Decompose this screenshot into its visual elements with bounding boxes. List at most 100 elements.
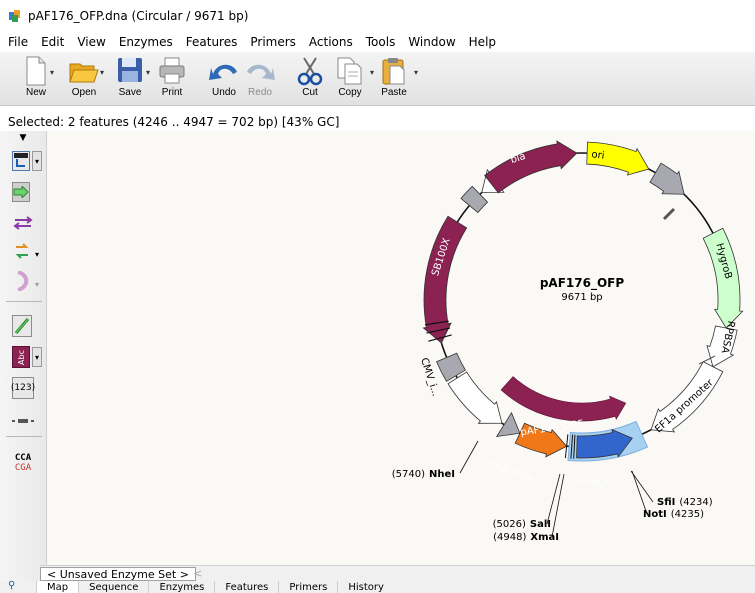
- cmv-feature[interactable]: [447, 371, 503, 424]
- paste-clipboard-icon: [382, 58, 405, 85]
- sfii-position: (4234): [679, 497, 712, 508]
- feature-arrow-icon: [13, 186, 29, 198]
- new-dropdown-icon[interactable]: ▾: [50, 68, 54, 77]
- redo-button[interactable]: Redo: [238, 54, 282, 104]
- paste-dropdown-icon[interactable]: ▾: [414, 68, 418, 77]
- arc-region-icon: [17, 271, 29, 291]
- enzyme-set-row: < Unsaved Enzyme Set > <: [40, 565, 755, 581]
- site-label[interactable]: NotI (4235): [643, 509, 704, 520]
- tab-primers[interactable]: Primers: [278, 581, 337, 593]
- site-label[interactable]: (4948) XmaI: [493, 532, 559, 543]
- enzyme-dropdown-icon[interactable]: ▾: [32, 151, 42, 171]
- tab-sequence[interactable]: Sequence: [78, 581, 148, 593]
- redo-arrow-icon: [247, 64, 275, 80]
- pen-line-icon: [14, 318, 30, 334]
- left-tool-panel: ▼ ▾ ▾ ▾ Abc ▾ (123) CCA CGA: [0, 131, 47, 583]
- noti-name: NotI: [643, 509, 667, 520]
- open-dropdown-icon[interactable]: ▾: [100, 68, 104, 77]
- selection-status: Selected: 2 features (4246 .. 4947 = 702…: [0, 113, 755, 131]
- search-icon[interactable]: ⚲: [8, 581, 22, 591]
- new-document-icon: [26, 56, 46, 86]
- title-bar: pAF176_OFP.dna (Circular / 9671 bp): [0, 0, 755, 32]
- inner-mark-1: [662, 207, 676, 221]
- main-toolbar: New ▾ Open ▾ Save ▾ Print Undo Redo Cut …: [0, 52, 755, 106]
- menu-help[interactable]: Help: [469, 35, 496, 49]
- menu-view[interactable]: View: [77, 35, 105, 49]
- nhei-position: (5740): [392, 469, 425, 480]
- save-button[interactable]: Save: [108, 54, 152, 104]
- bla-feature[interactable]: [484, 140, 578, 194]
- translation-tool-button[interactable]: CCA CGA: [12, 449, 34, 477]
- sali-name: SalI: [530, 519, 551, 530]
- gray-block-1[interactable]: [649, 162, 685, 195]
- orf-arrows-icon: [15, 243, 29, 259]
- plasmid-map[interactable]: pAF176_OFP9671 bporiblaHygroBRPBSAEF1a p…: [47, 131, 755, 565]
- translation-bottom-text: CGA: [14, 463, 32, 473]
- tab-features[interactable]: Features: [214, 581, 278, 593]
- region-dropdown-icon[interactable]: ▾: [32, 274, 42, 294]
- plasmid-map-canvas[interactable]: pAF176_OFP 9671 bp ori bla HygroB RPBSA EF1a p…: [47, 131, 755, 565]
- primer-arrows-icon: [13, 216, 33, 230]
- sali-leader: [546, 473, 561, 525]
- xmai-name: XmaI: [530, 532, 559, 543]
- tab-enzymes[interactable]: Enzymes: [148, 581, 214, 593]
- orf-tool-button[interactable]: [12, 241, 34, 261]
- translation-top-text: CCA: [14, 453, 32, 463]
- copy-button[interactable]: Copy: [328, 54, 372, 104]
- ruler-icon: [12, 419, 34, 423]
- view-tabs: ⚲ Map Sequence Enzymes Features Primers …: [0, 581, 755, 593]
- menu-actions[interactable]: Actions: [309, 35, 353, 49]
- tool-separator: [6, 301, 42, 302]
- ruler-tool-button[interactable]: [12, 411, 34, 431]
- paste-button[interactable]: Paste: [372, 54, 416, 104]
- noti-position: (4235): [671, 509, 704, 520]
- primer-tool-button[interactable]: [12, 213, 34, 233]
- site-label[interactable]: (5026) SalI: [493, 519, 551, 530]
- morange-label[interactable]: mOrange: [487, 458, 535, 485]
- tab-history[interactable]: History: [337, 581, 394, 593]
- enzyme-tool-button[interactable]: [12, 151, 30, 171]
- site-label[interactable]: (5740) NheI: [392, 469, 455, 480]
- menu-tools[interactable]: Tools: [366, 35, 396, 49]
- numbering-tool-button[interactable]: (123): [10, 377, 36, 399]
- ef1a-label[interactable]: EF1a promoter: [653, 377, 716, 435]
- collapse-arrow-icon[interactable]: ▼: [12, 133, 34, 143]
- saha-label[interactable]: saha_C...: [576, 477, 621, 488]
- draw-tool-button[interactable]: [12, 315, 32, 337]
- orf-arc[interactable]: [500, 376, 627, 422]
- label-dropdown-icon[interactable]: ▾: [32, 347, 42, 367]
- feature-tool-button[interactable]: [12, 182, 30, 202]
- label-abc-text: Abc: [16, 349, 26, 365]
- open-button[interactable]: Open: [62, 54, 106, 104]
- xmai-position: (4948): [493, 532, 526, 543]
- label-tool-button[interactable]: Abc: [12, 346, 30, 368]
- ori-label[interactable]: ori: [591, 149, 605, 162]
- xmai-leader: [551, 473, 565, 538]
- enzyme-set-selector[interactable]: < Unsaved Enzyme Set >: [40, 567, 196, 581]
- tab-map[interactable]: Map: [36, 581, 79, 593]
- menu-primers[interactable]: Primers: [250, 35, 296, 49]
- menu-enzymes[interactable]: Enzymes: [119, 35, 173, 49]
- menu-file[interactable]: File: [8, 35, 28, 49]
- numbering-text: (123): [10, 383, 36, 393]
- sfii-name: SfiI: [657, 497, 675, 508]
- nhei-name: NheI: [429, 469, 455, 480]
- enzyme-set-label: < Unsaved Enzyme Set >: [47, 567, 189, 581]
- region-tool-button[interactable]: [12, 271, 34, 291]
- cut-button[interactable]: Cut: [288, 54, 332, 104]
- scroll-left-icon[interactable]: <: [193, 567, 202, 580]
- new-button[interactable]: New: [14, 54, 58, 104]
- orf-dropdown-icon[interactable]: ▾: [32, 244, 42, 264]
- copy-pages-icon: [337, 57, 362, 85]
- selection-status-text: Selected: 2 features (4246 .. 4947 = 702…: [8, 115, 340, 129]
- save-disk-icon: [118, 58, 142, 82]
- restriction-site-icon: [14, 153, 28, 167]
- menu-edit[interactable]: Edit: [41, 35, 64, 49]
- site-label[interactable]: SfiI (4234): [657, 497, 713, 508]
- print-button[interactable]: Print: [150, 54, 194, 104]
- open-folder-icon: [69, 63, 99, 83]
- menu-window[interactable]: Window: [408, 35, 455, 49]
- nhei-leader: [459, 440, 479, 474]
- menu-features[interactable]: Features: [186, 35, 238, 49]
- printer-icon: [159, 57, 185, 84]
